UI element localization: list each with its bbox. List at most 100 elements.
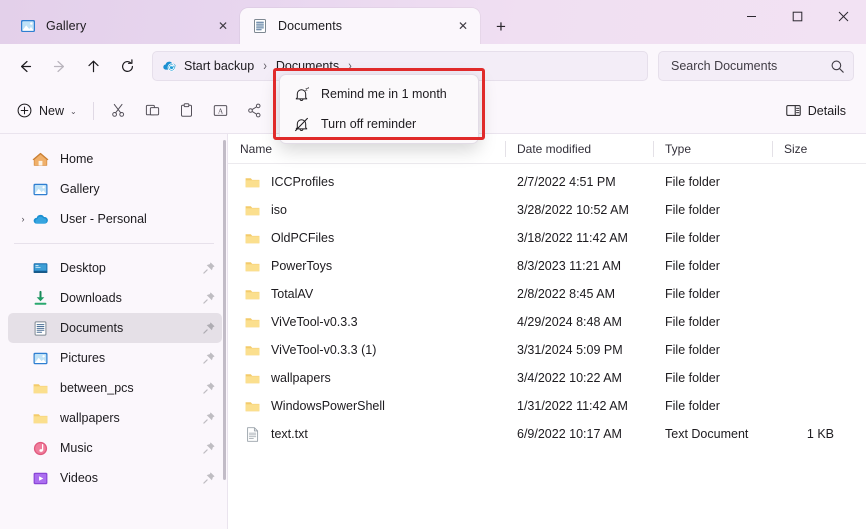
table-row[interactable]: ICCProfiles 2/7/2022 4:51 PM File folder — [228, 168, 866, 196]
copy-button[interactable] — [136, 96, 170, 126]
sidebar-item-gallery[interactable]: Gallery — [8, 174, 222, 204]
pin-icon[interactable] — [202, 441, 216, 455]
file-type: File folder — [653, 371, 772, 385]
breadcrumb-item-start-backup[interactable]: Start backup — [184, 59, 254, 73]
forward-button[interactable] — [42, 50, 76, 82]
table-row[interactable]: iso 3/28/2022 10:52 AM File folder — [228, 196, 866, 224]
new-button-label: New — [39, 104, 64, 118]
pin-icon[interactable] — [202, 351, 216, 365]
title-bar: Gallery ✕ Documents ✕ + — [0, 0, 866, 44]
table-row[interactable]: text.txt 6/9/2022 10:17 AM Text Document… — [228, 420, 866, 448]
file-date: 2/8/2022 8:45 AM — [505, 287, 653, 301]
table-row[interactable]: wallpapers 3/4/2022 10:22 AM File folder — [228, 364, 866, 392]
up-button[interactable] — [76, 50, 110, 82]
paste-button[interactable] — [170, 96, 204, 126]
sidebar-item-label: Documents — [60, 321, 202, 335]
bell-off-icon — [293, 116, 310, 133]
pin-icon[interactable] — [202, 261, 216, 275]
folder-icon — [244, 286, 261, 303]
details-pane-button[interactable]: Details — [777, 96, 854, 126]
rename-button[interactable]: A — [204, 96, 238, 126]
file-type: File folder — [653, 315, 772, 329]
sidebar-item-documents[interactable]: Documents — [8, 313, 222, 343]
chevron-right-icon[interactable]: › — [14, 214, 32, 224]
sidebar-item-pictures[interactable]: Pictures — [8, 343, 222, 373]
maximize-button[interactable] — [774, 0, 820, 32]
navigation-sidebar[interactable]: Home Gallery › User - Personal — [0, 134, 228, 529]
close-icon[interactable]: ✕ — [212, 15, 234, 37]
file-name-cell[interactable]: TotalAV — [228, 286, 505, 303]
file-date: 4/29/2024 8:48 AM — [505, 315, 653, 329]
menu-item-turn-off-reminder[interactable]: Turn off reminder — [283, 109, 475, 139]
cut-button[interactable] — [102, 96, 136, 126]
sidebar-item-label: Downloads — [60, 291, 202, 305]
table-row[interactable]: ViVeTool-v0.3.3 4/29/2024 8:48 AM File f… — [228, 308, 866, 336]
backup-reminder-menu[interactable]: z z Remind me in 1 month Turn off remind… — [279, 74, 479, 144]
table-row[interactable]: OldPCFiles 3/18/2022 11:42 AM File folde… — [228, 224, 866, 252]
sidebar-item-desktop[interactable]: Desktop — [8, 253, 222, 283]
music-icon — [32, 440, 49, 457]
sidebar-item-wallpapers[interactable]: wallpapers — [8, 403, 222, 433]
file-name-cell[interactable]: ViVeTool-v0.3.3 — [228, 314, 505, 331]
pin-icon[interactable] — [202, 321, 216, 335]
table-row[interactable]: PowerToys 8/3/2023 11:21 AM File folder — [228, 252, 866, 280]
pin-icon[interactable] — [202, 471, 216, 485]
folder-icon — [32, 410, 49, 427]
minimize-icon — [746, 11, 757, 22]
file-name-cell[interactable]: OldPCFiles — [228, 230, 505, 247]
back-button[interactable] — [8, 50, 42, 82]
pin-icon[interactable] — [202, 291, 216, 305]
sidebar-item-music[interactable]: Music — [8, 433, 222, 463]
file-name: TotalAV — [271, 287, 313, 301]
sidebar-item-user-personal[interactable]: › User - Personal — [8, 204, 222, 234]
file-name-cell[interactable]: PowerToys — [228, 258, 505, 275]
menu-item-remind-me-in-1-month[interactable]: z z Remind me in 1 month — [283, 79, 475, 109]
folder-icon — [244, 174, 261, 191]
maximize-icon — [792, 11, 803, 22]
tab-documents[interactable]: Documents ✕ — [240, 8, 480, 44]
new-button[interactable]: New ⌄ — [10, 96, 85, 126]
sidebar-item-label: User - Personal — [60, 212, 216, 226]
file-name-cell[interactable]: wallpapers — [228, 370, 505, 387]
search-input[interactable]: Search Documents — [658, 51, 854, 81]
table-row[interactable]: ViVeTool-v0.3.3 (1) 3/31/2024 5:09 PM Fi… — [228, 336, 866, 364]
file-name: WindowsPowerShell — [271, 399, 385, 413]
file-date: 3/28/2022 10:52 AM — [505, 203, 653, 217]
share-icon — [246, 102, 263, 119]
file-name: iso — [271, 203, 287, 217]
refresh-button[interactable] — [110, 50, 144, 82]
new-tab-button[interactable]: + — [486, 11, 516, 41]
breadcrumb-item-documents[interactable]: Documents — [276, 59, 339, 73]
pin-icon[interactable] — [202, 411, 216, 425]
tab-gallery[interactable]: Gallery ✕ — [8, 8, 240, 44]
sidebar-scrollbar[interactable] — [223, 140, 226, 480]
close-icon[interactable]: ✕ — [452, 15, 474, 37]
folder-icon — [32, 380, 49, 397]
file-name-cell[interactable]: ICCProfiles — [228, 174, 505, 191]
file-name-cell[interactable]: ViVeTool-v0.3.3 (1) — [228, 342, 505, 359]
table-row[interactable]: TotalAV 2/8/2022 8:45 AM File folder — [228, 280, 866, 308]
sidebar-item-downloads[interactable]: Downloads — [8, 283, 222, 313]
sidebar-item-home[interactable]: Home — [8, 144, 222, 174]
column-header-type[interactable]: Type — [653, 134, 772, 164]
file-type: File folder — [653, 399, 772, 413]
chevron-down-icon: ⌄ — [70, 107, 77, 116]
sidebar-item-videos[interactable]: Videos — [8, 463, 222, 493]
svg-text:z: z — [307, 86, 309, 90]
chevron-right-icon: › — [348, 59, 352, 74]
minimize-button[interactable] — [728, 0, 774, 32]
videos-icon — [32, 470, 49, 487]
pin-icon[interactable] — [202, 381, 216, 395]
share-button[interactable] — [238, 96, 272, 126]
file-name-cell[interactable]: WindowsPowerShell — [228, 398, 505, 415]
table-row[interactable]: WindowsPowerShell 1/31/2022 11:42 AM Fil… — [228, 392, 866, 420]
close-button[interactable] — [820, 0, 866, 32]
file-name-cell[interactable]: iso — [228, 202, 505, 219]
sidebar-item-between-pcs[interactable]: between_pcs — [8, 373, 222, 403]
folder-icon — [244, 202, 261, 219]
sidebar-item-label: Gallery — [60, 182, 216, 196]
search-icon[interactable] — [830, 59, 845, 74]
column-header-date-modified[interactable]: Date modified — [505, 134, 653, 164]
column-header-size[interactable]: Size — [772, 134, 852, 164]
file-name-cell[interactable]: text.txt — [228, 426, 505, 443]
